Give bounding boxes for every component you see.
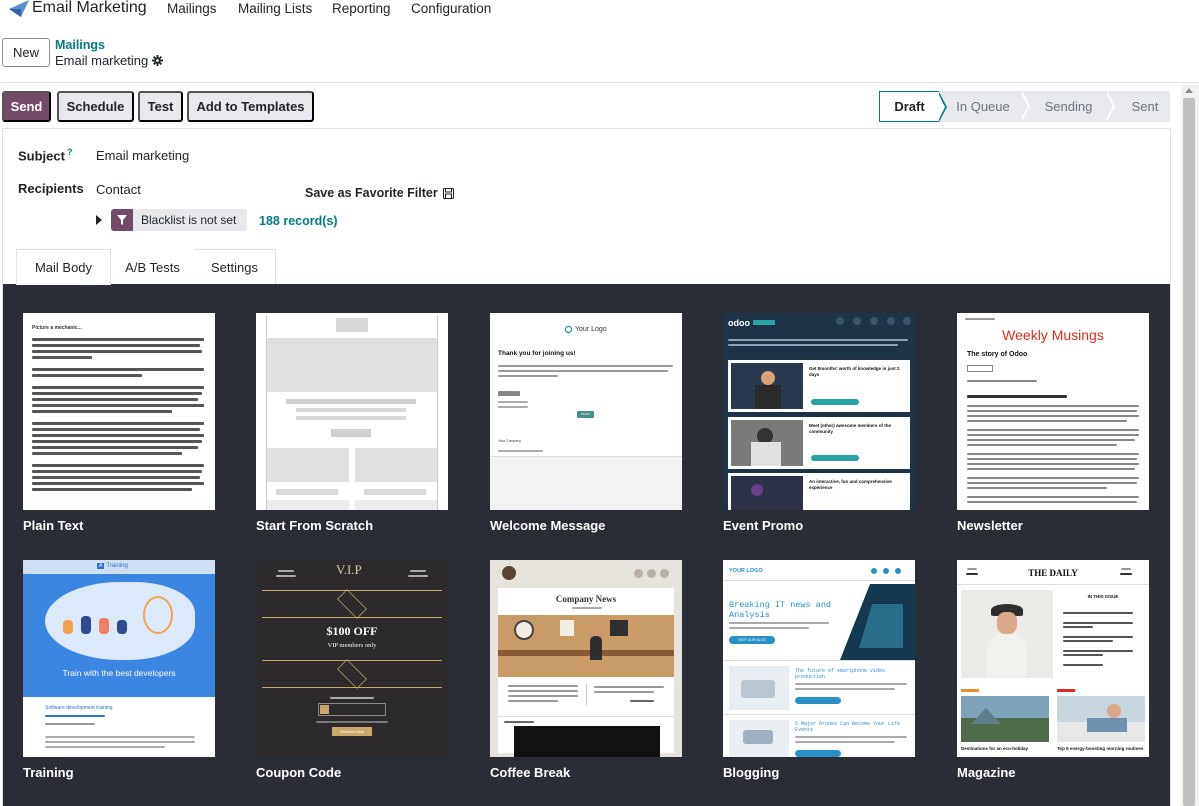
expand-domain-caret-icon[interactable] — [96, 215, 102, 225]
breadcrumb-mailings[interactable]: Mailings — [55, 38, 105, 52]
schedule-button[interactable]: Schedule — [57, 91, 134, 122]
filter-icon — [111, 209, 133, 231]
tab-settings[interactable]: Settings — [194, 249, 276, 285]
template-label: Blogging — [723, 765, 780, 780]
stage-sending-label: Sending — [1044, 99, 1093, 114]
tab-ab-tests[interactable]: A/B Tests — [111, 249, 194, 285]
menu-reporting[interactable]: Reporting — [332, 1, 391, 16]
records-count-link[interactable]: 188 record(s) — [259, 214, 338, 228]
status-bar: Draft In Queue Sending Sent — [879, 91, 1170, 122]
send-button[interactable]: Send — [2, 91, 51, 122]
menu-configuration[interactable]: Configuration — [411, 1, 491, 16]
filter-chip[interactable]: Blacklist is not set — [111, 209, 247, 231]
app-title[interactable]: Email Marketing — [32, 0, 147, 17]
subject-input[interactable]: Email marketing — [96, 148, 189, 163]
template-label: Welcome Message — [490, 518, 606, 533]
template-label: Coupon Code — [256, 765, 342, 780]
training-thumbnail: A Training Train with the best developers… — [23, 560, 215, 757]
template-label: Coffee Break — [490, 765, 571, 780]
blogging-thumbnail: YOUR LOGO Breaking IT news and Analysis … — [723, 560, 915, 757]
template-gallery: Picture a mechanic... Plain Text Start F… — [3, 284, 1170, 806]
new-button[interactable]: New — [2, 38, 50, 67]
breadcrumb-current: Email marketing — [55, 53, 164, 68]
top-navbar: Email Marketing Mailings Mailing Lists R… — [0, 0, 1199, 20]
menu-mailing-lists[interactable]: Mailing Lists — [238, 1, 312, 16]
stage-sending[interactable]: Sending — [1021, 91, 1115, 122]
template-label: Newsletter — [957, 518, 1023, 533]
magazine-thumbnail: THE DAILY IN THIS ISSUE Destinations for… — [957, 560, 1149, 757]
filter-chip-label: Blacklist is not set — [141, 213, 237, 227]
save-favorite-filter-label: Save as Favorite Filter — [305, 186, 438, 200]
save-favorite-filter-button[interactable]: Save as Favorite Filter — [305, 186, 454, 200]
add-to-templates-button[interactable]: Add to Templates — [187, 91, 314, 122]
stage-draft[interactable]: Draft — [879, 91, 947, 122]
subject-label: Subject? — [18, 147, 73, 164]
scratch-thumbnail — [256, 313, 448, 510]
newsletter-thumbnail: Weekly Musings The story of Odoo — [957, 313, 1149, 510]
template-label: Start From Scratch — [256, 518, 374, 533]
recipients-label: Recipients — [18, 181, 84, 196]
template-label: Plain Text — [23, 518, 84, 533]
menu-mailings[interactable]: Mailings — [167, 1, 217, 16]
event-thumbnail: odoo Get 8months' worth of knowledge in … — [723, 313, 915, 510]
template-label: Magazine — [957, 765, 1016, 780]
coffee-thumbnail: Company News — [490, 560, 682, 757]
test-button[interactable]: Test — [138, 91, 183, 122]
stage-sent[interactable]: Sent — [1106, 91, 1170, 122]
coupon-thumbnail: V.I.P $100 OFF VIP members only Redeem N… — [256, 560, 448, 757]
breadcrumb-current-label: Email marketing — [55, 53, 149, 68]
stage-in-queue-label: In Queue — [956, 99, 1010, 114]
gear-icon[interactable] — [152, 55, 164, 66]
tab-mail-body[interactable]: Mail Body — [16, 249, 111, 285]
welcome-thumbnail: Your Logo Thank you for joining us! STAR… — [490, 313, 682, 510]
scrollbar-thumb[interactable] — [1183, 98, 1195, 806]
stage-draft-label: Draft — [894, 99, 925, 114]
template-label: Training — [23, 765, 74, 780]
template-label: Event Promo — [723, 518, 804, 533]
scroll-up-arrow-icon[interactable] — [1185, 88, 1193, 93]
plain-text-thumbnail: Picture a mechanic... — [23, 313, 215, 510]
help-tooltip-icon[interactable]: ? — [67, 147, 73, 157]
stage-in-queue[interactable]: In Queue — [939, 91, 1030, 122]
stage-sent-label: Sent — [1131, 99, 1159, 114]
header-divider — [0, 82, 1199, 83]
recipients-select[interactable]: Contact — [96, 182, 141, 197]
email-marketing-logo-icon[interactable] — [9, 0, 29, 17]
floppy-disk-icon — [442, 187, 454, 199]
